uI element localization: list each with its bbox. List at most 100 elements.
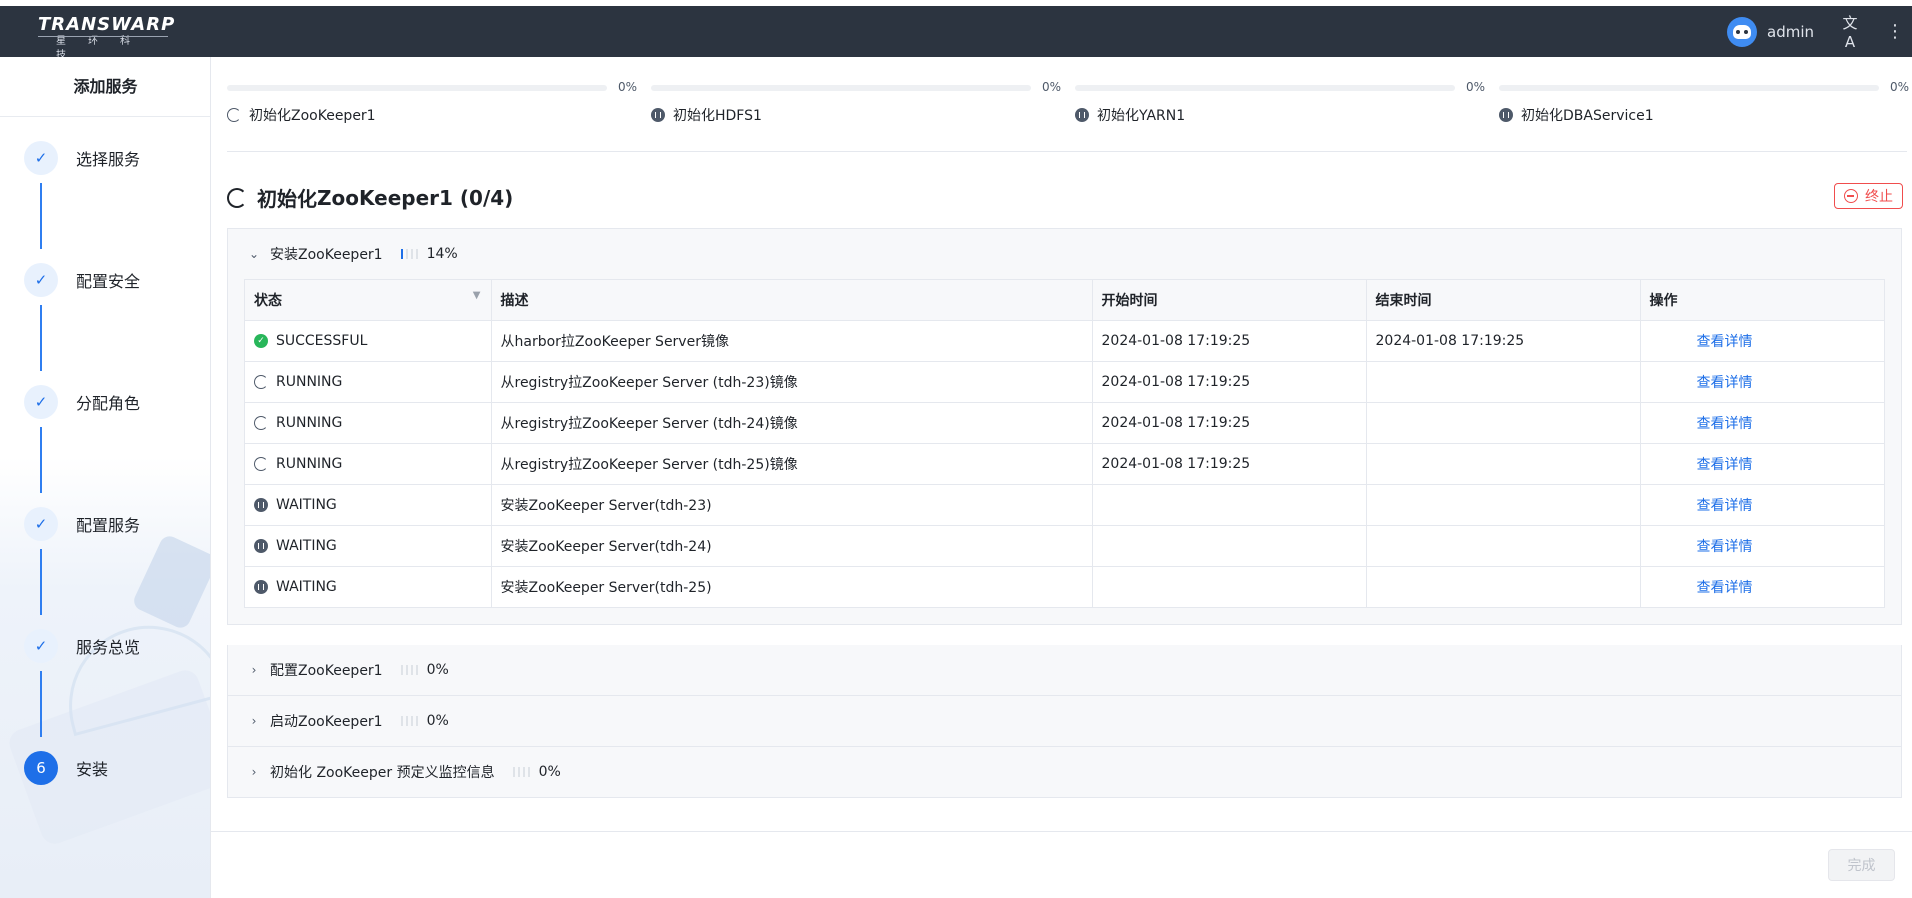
table-row: RUNNING 从registry拉ZooKeeper Server (tdh-… (245, 402, 1884, 444)
chevron-right-icon: › (251, 765, 257, 779)
overview-label-text: 初始化ZooKeeper1 (249, 108, 376, 124)
overview-item[interactable]: 0% 初始化ZooKeeper1 (227, 77, 637, 137)
view-details-link[interactable]: 查看详情 (1650, 457, 1753, 473)
pause-icon (254, 497, 268, 512)
desc-cell: 安装ZooKeeper Server(tdh-25) (491, 566, 1093, 607)
action-cell: 查看详情 (1640, 361, 1884, 403)
start-cell (1092, 484, 1367, 526)
pause-icon (651, 108, 665, 122)
overview-label: 初始化DBAService1 (1499, 105, 1654, 125)
stop-button[interactable]: 终止 (1834, 183, 1903, 209)
panel-title: 安装ZooKeeper1 (270, 247, 383, 263)
step-config-service[interactable]: ✓ 配置服务 (24, 507, 204, 541)
panel-header[interactable]: ⌄ 安装ZooKeeper1 14% (228, 229, 1901, 279)
task-table: 状态 ▼ 描述 开始时间 结束时间 操作 ✓ SUCCESSFUL 从harbor拉… (244, 279, 1885, 608)
pause-icon (1499, 108, 1513, 122)
action-cell: 查看详情 (1640, 402, 1884, 444)
task-panel-monitor: › 初始化 ZooKeeper 预定义监控信息 0% (227, 747, 1902, 798)
status-cell: RUNNING (245, 361, 492, 403)
stop-circle-icon (1844, 189, 1858, 203)
status-cell: RUNNING (245, 443, 492, 485)
mini-progress (512, 766, 533, 778)
robot-avatar-icon (1733, 24, 1751, 39)
step-label: 服务总览 (76, 638, 141, 657)
overview-label: 初始化ZooKeeper1 (227, 105, 376, 125)
overview-item[interactable]: 0% 初始化YARN1 (1075, 77, 1485, 137)
chevron-right-icon: › (251, 714, 257, 728)
status-text: RUNNING (276, 414, 343, 431)
task-panel-start: › 启动ZooKeeper1 0% (227, 696, 1902, 747)
check-icon: ✓ (24, 141, 58, 175)
step-label: 安装 (76, 760, 109, 779)
overview-label-text: 初始化HDFS1 (673, 108, 762, 124)
status-cell: ✓ SUCCESSFUL (245, 320, 492, 362)
action-cell: 查看详情 (1640, 566, 1884, 607)
column-header-action: 操作 (1640, 280, 1884, 321)
view-details-link[interactable]: 查看详情 (1650, 498, 1753, 514)
step-connector (40, 427, 42, 493)
end-cell (1366, 361, 1641, 403)
desc-cell: 安装ZooKeeper Server(tdh-23) (491, 484, 1093, 526)
divider (227, 151, 1907, 152)
step-config-security[interactable]: ✓ 配置安全 (24, 263, 204, 297)
step-assign-roles[interactable]: ✓ 分配角色 (24, 385, 204, 419)
table-row: WAITING 安装ZooKeeper Server(tdh-23) 查看详情 (245, 484, 1884, 526)
status-text: WAITING (276, 496, 337, 513)
status-cell: WAITING (245, 484, 492, 526)
column-header-status[interactable]: 状态 ▼ (245, 280, 492, 321)
status-cell: WAITING (245, 525, 492, 567)
panel-header[interactable]: › 初始化 ZooKeeper 预定义监控信息 0% (228, 747, 1901, 797)
logo-divider (38, 36, 168, 37)
done-button[interactable]: 完成 (1828, 849, 1895, 881)
view-details-link[interactable]: 查看详情 (1650, 539, 1753, 555)
check-icon: ✓ (24, 507, 58, 541)
check-icon: ✓ (24, 385, 58, 419)
transwarp-logo[interactable]: TRANSWARP 星环科技 (38, 15, 174, 61)
view-details-link[interactable]: 查看详情 (1650, 580, 1753, 596)
action-cell: 查看详情 (1640, 443, 1884, 485)
avatar[interactable] (1727, 16, 1757, 47)
panel-title: 配置ZooKeeper1 (270, 663, 383, 679)
view-details-link[interactable]: 查看详情 (1650, 375, 1753, 391)
translate-icon[interactable]: 文A (1842, 12, 1858, 51)
start-cell (1092, 566, 1367, 607)
action-cell: 查看详情 (1640, 484, 1884, 526)
pause-icon (254, 538, 268, 553)
user-name[interactable]: admin (1767, 23, 1814, 41)
panel-title: 启动ZooKeeper1 (270, 714, 383, 730)
header-actions: admin 文A ⋮ (1727, 6, 1912, 57)
table-header-row: 状态 ▼ 描述 开始时间 结束时间 操作 (245, 280, 1884, 321)
overview-percent: 0% (617, 80, 637, 94)
panel-header[interactable]: › 启动ZooKeeper1 0% (228, 696, 1901, 746)
loading-icon (227, 187, 247, 208)
loading-icon (227, 108, 241, 122)
start-cell: 2024-01-08 17:19:25 (1092, 443, 1367, 485)
filter-icon[interactable]: ▼ (473, 290, 481, 301)
end-cell: 2024-01-08 17:19:25 (1366, 320, 1641, 362)
overview-percent: 0% (1889, 80, 1909, 94)
step-install[interactable]: 6 安装 (24, 751, 204, 785)
view-details-link[interactable]: 查看详情 (1650, 416, 1753, 432)
step-label: 选择服务 (76, 150, 141, 169)
app-header: TRANSWARP 星环科技 admin 文A ⋮ (0, 6, 1912, 61)
start-cell: 2024-01-08 17:19:25 (1092, 402, 1367, 444)
view-details-link[interactable]: 查看详情 (1650, 334, 1753, 350)
loading-icon (254, 456, 268, 471)
column-header-start: 开始时间 (1092, 280, 1367, 321)
end-cell (1366, 484, 1641, 526)
status-cell: RUNNING (245, 402, 492, 444)
more-vertical-icon[interactable]: ⋮ (1886, 22, 1904, 41)
action-cell: 查看详情 (1640, 320, 1884, 362)
overview-progress-bar (1499, 85, 1879, 91)
step-service-overview[interactable]: ✓ 服务总览 (24, 629, 204, 663)
step-number-badge: 6 (24, 751, 58, 785)
step-select-service[interactable]: ✓ 选择服务 (24, 141, 204, 175)
overview-item[interactable]: 0% 初始化DBAService1 (1499, 77, 1909, 137)
status-text: WAITING (276, 578, 337, 595)
panel-header[interactable]: › 配置ZooKeeper1 0% (228, 645, 1901, 695)
action-cell: 查看详情 (1640, 525, 1884, 567)
step-connector (40, 305, 42, 371)
table-row: RUNNING 从registry拉ZooKeeper Server (tdh-… (245, 361, 1884, 403)
overview-label-text: 初始化YARN1 (1097, 108, 1186, 124)
overview-item[interactable]: 0% 初始化HDFS1 (651, 77, 1061, 137)
